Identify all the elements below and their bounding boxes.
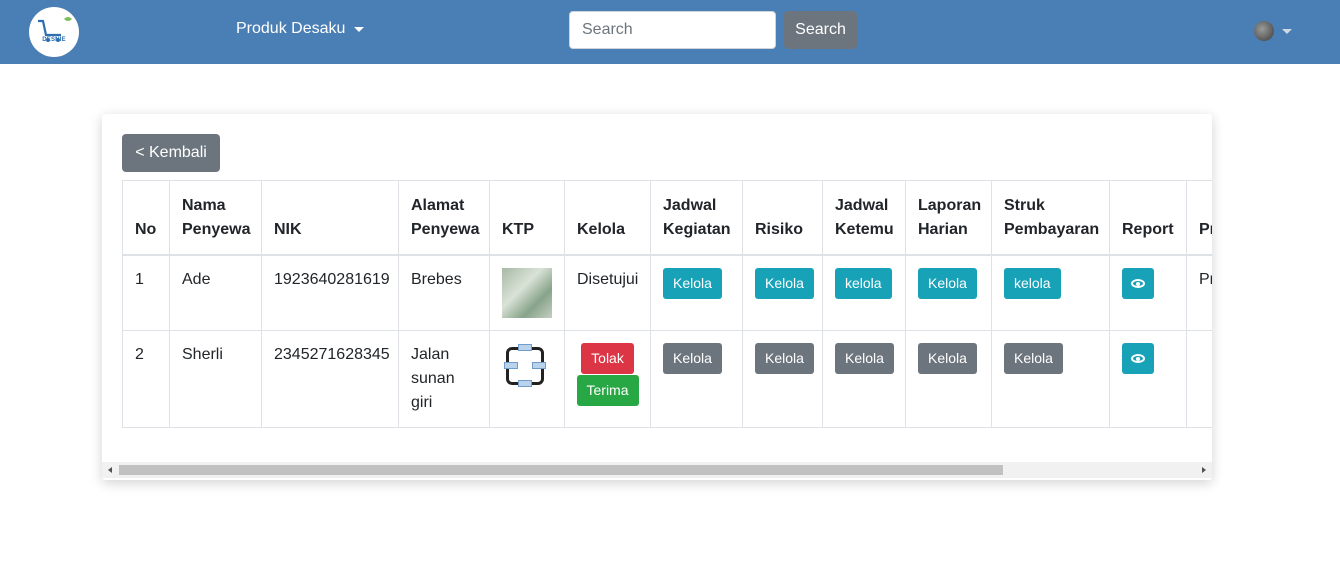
penyewa-table: No Nama Penyewa NIK Alamat Penyewa KTP K… — [122, 180, 1212, 428]
struk-pembayaran-kelola-button[interactable]: Kelola — [1004, 342, 1063, 374]
table-header-row: No Nama Penyewa NIK Alamat Penyewa KTP K… — [122, 180, 1212, 256]
search-input[interactable] — [569, 11, 776, 49]
cell-struk-pembayaran: Kelola — [991, 329, 1110, 428]
cell-struk-pembayaran: kelola — [991, 254, 1110, 331]
cell-kelola-actions: Tolak Terima — [564, 329, 651, 428]
jadwal-ketemu-kelola-button[interactable]: Kelola — [835, 342, 894, 374]
jadwal-kegiatan-kelola-button[interactable]: Kelola — [663, 267, 722, 299]
produk-desaku-label: Produk Desaku — [236, 20, 346, 37]
content-card: < Kembali No Nama Penyewa NIK Alamat Pen… — [102, 114, 1212, 480]
table-row: 1 Ade 1923640281619 Brebes Disetujui Kel… — [122, 254, 1212, 331]
cell-truncated — [1186, 329, 1212, 428]
laporan-harian-kelola-button[interactable]: Kelola — [918, 267, 977, 299]
header-nama-penyewa: Nama Penyewa — [169, 180, 262, 256]
risiko-kelola-button[interactable]: Kelola — [755, 267, 814, 299]
cell-jadwal-kegiatan: Kelola — [650, 329, 743, 428]
header-truncated: Pr — [1186, 180, 1212, 256]
header-kelola: Kelola — [564, 180, 651, 256]
cell-no: 2 — [122, 329, 170, 428]
header-alamat-penyewa: Alamat Penyewa — [398, 180, 490, 256]
cell-laporan-harian: Kelola — [905, 254, 992, 331]
tolak-button[interactable]: Tolak — [581, 342, 634, 374]
cell-no: 1 — [122, 254, 170, 331]
risiko-kelola-button[interactable]: Kelola — [755, 342, 814, 374]
cell-nik: 1923640281619 — [261, 254, 399, 331]
produk-desaku-dropdown[interactable]: Produk Desaku — [236, 20, 365, 38]
header-nik: NIK — [261, 180, 399, 256]
cell-jadwal-ketemu: Kelola — [822, 329, 906, 428]
navbar: DESNIE Produk Desaku Search — [0, 0, 1340, 64]
struk-pembayaran-kelola-button[interactable]: kelola — [1004, 267, 1061, 299]
ktp-image[interactable] — [502, 267, 552, 318]
cell-alamat: Brebes — [398, 254, 490, 331]
caret-down-icon — [1282, 28, 1292, 34]
cell-risiko: Kelola — [742, 329, 823, 428]
cart-logo-icon — [38, 17, 72, 42]
cell-risiko: Kelola — [742, 254, 823, 331]
cell-nama: Sherli — [169, 329, 262, 428]
cell-kelola-status: Disetujui — [564, 254, 651, 331]
eye-icon — [1131, 278, 1145, 288]
search-button[interactable]: Search — [784, 11, 857, 49]
jadwal-kegiatan-kelola-button[interactable]: Kelola — [663, 342, 722, 374]
report-view-button[interactable] — [1122, 342, 1154, 374]
header-laporan-harian: Laporan Harian — [905, 180, 992, 256]
user-menu[interactable] — [1254, 21, 1292, 41]
cell-nama: Ade — [169, 254, 262, 331]
scrollbar-thumb[interactable] — [119, 465, 1003, 475]
cell-ktp — [489, 329, 565, 428]
scroll-left-icon[interactable] — [108, 467, 112, 473]
cell-nik: 2345271628345 — [261, 329, 399, 428]
header-struk-pembayaran: Struk Pembayaran — [991, 180, 1110, 256]
cell-jadwal-ketemu: kelola — [822, 254, 906, 331]
ktp-image[interactable] — [502, 343, 548, 389]
back-button[interactable]: < Kembali — [122, 134, 220, 172]
header-risiko: Risiko — [742, 180, 823, 256]
header-jadwal-kegiatan: Jadwal Kegiatan — [650, 180, 743, 256]
cell-report — [1109, 329, 1187, 428]
scroll-right-icon[interactable] — [1202, 467, 1206, 473]
jadwal-ketemu-kelola-button[interactable]: kelola — [835, 267, 892, 299]
cell-laporan-harian: Kelola — [905, 329, 992, 428]
laporan-harian-kelola-button[interactable]: Kelola — [918, 342, 977, 374]
cell-report — [1109, 254, 1187, 331]
header-report: Report — [1109, 180, 1187, 256]
avatar — [1254, 21, 1274, 41]
table-row: 2 Sherli 2345271628345 Jalan sunan giri — [122, 329, 1212, 428]
eye-icon — [1131, 353, 1145, 363]
brand-logo[interactable]: DESNIE — [29, 7, 79, 57]
cell-alamat: Jalan sunan giri — [398, 329, 490, 428]
report-view-button[interactable] — [1122, 267, 1154, 299]
cell-jadwal-kegiatan: Kelola — [650, 254, 743, 331]
logo-text: DESNIE — [42, 37, 66, 43]
header-jadwal-ketemu: Jadwal Ketemu — [822, 180, 906, 256]
table-container: No Nama Penyewa NIK Alamat Penyewa KTP K… — [122, 180, 1212, 462]
terima-button[interactable]: Terima — [576, 374, 639, 406]
horizontal-scrollbar[interactable] — [102, 462, 1212, 478]
header-ktp: KTP — [489, 180, 565, 256]
cell-ktp — [489, 254, 565, 331]
header-no: No — [122, 180, 170, 256]
cell-truncated: Pr — [1186, 254, 1212, 331]
caret-down-icon — [354, 26, 365, 32]
